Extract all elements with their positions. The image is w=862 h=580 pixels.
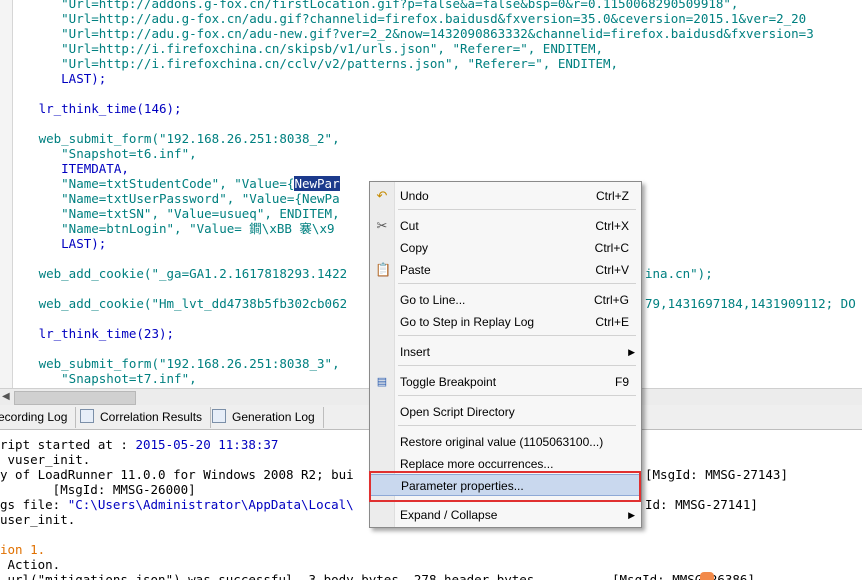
code-line: LAST); — [16, 236, 107, 251]
tab-label: Correlation Results — [100, 410, 203, 424]
menu-item-toggle-breakpoint[interactable]: ▤ Toggle Breakpoint F9 — [370, 371, 641, 393]
code-line: "Url=http://adu.g-fox.cn/adu-new.gif?ver… — [16, 26, 814, 41]
menu-item-paste[interactable]: 📋 Paste Ctrl+V — [370, 259, 641, 281]
mouse-cursor-icon — [700, 572, 714, 580]
menu-item-expand-collapse[interactable]: Expand / Collapse ▶ — [370, 504, 641, 526]
code-line: "Name=btnLogin", "Value= 鐧\xBB 褰\x9 — [16, 221, 335, 236]
code-line: LAST); — [16, 71, 107, 86]
tab-label: ecording Log — [0, 410, 68, 424]
tab-recording-log[interactable]: ecording Log — [0, 407, 77, 428]
code-line: "Name=txtSN", "Value=usueq", ENDITEM, — [16, 206, 340, 221]
menu-separator — [398, 425, 636, 426]
menu-separator — [398, 365, 636, 366]
annotation-highlight-box — [369, 471, 641, 502]
log-line: Action. — [0, 557, 61, 572]
log-line: url("mitigations.json") was successful, … — [0, 572, 535, 580]
code-line: "Url=http://adu.g-fox.cn/adu.gif?channel… — [16, 11, 807, 26]
menu-separator — [398, 283, 636, 284]
breakpoint-icon: ▤ — [376, 376, 388, 388]
code-line: web_add_cookie("_ga=GA1.2.1617818293.142… — [16, 266, 348, 281]
submenu-arrow-icon: ▶ — [628, 347, 635, 357]
log-line: gs file: "C:\Users\Administrator\AppData… — [0, 497, 354, 512]
code-line-fragment: 79,1431697184,1431909112; DO — [645, 296, 856, 311]
menu-item-undo[interactable]: ↶ Undo Ctrl+Z — [370, 185, 641, 207]
paste-icon: 📋 — [375, 262, 392, 277]
log-line: y of LoadRunner 11.0.0 for Windows 2008 … — [0, 467, 354, 482]
code-line: "Url=http://i.firefoxchina.cn/cclv/v2/pa… — [16, 56, 619, 71]
menu-item-copy[interactable]: Copy Ctrl+C — [370, 237, 641, 259]
code-line: ITEMDATA, — [16, 161, 129, 176]
menu-item-restore-original-value[interactable]: Restore original value (1105063100...) — [370, 431, 641, 453]
tab-generation-log[interactable]: Generation Log — [206, 407, 324, 428]
code-line: "Url=http://addons.g-fox.cn/firstLocatio… — [16, 0, 739, 11]
code-line: "Url=http://i.firefoxchina.cn/skipsb/v1/… — [16, 41, 603, 56]
selected-text: NewPar — [294, 176, 340, 191]
scrollbar-thumb[interactable] — [14, 391, 136, 405]
menu-item-go-to-step[interactable]: Go to Step in Replay Log Ctrl+E — [370, 311, 641, 333]
menu-separator — [398, 209, 636, 210]
code-line: "Snapshot=t6.inf", — [16, 146, 197, 161]
code-line: web_submit_form("192.168.26.251:8038_3", — [16, 356, 340, 371]
menu-separator — [398, 395, 636, 396]
code-line: "Snapshot=t7.inf", — [16, 371, 197, 386]
menu-separator — [398, 335, 636, 336]
cut-icon: ✂ — [376, 218, 388, 233]
submenu-arrow-icon: ▶ — [628, 510, 635, 520]
menu-item-insert[interactable]: Insert ▶ — [370, 341, 641, 363]
log-line: user_init. — [0, 512, 76, 527]
editor-gutter — [0, 0, 13, 388]
code-line: "Name=txtUserPassword", "Value={NewPa — [16, 191, 340, 206]
code-line: lr_think_time(146); — [16, 101, 182, 116]
menu-item-open-script-directory[interactable]: Open Script Directory — [370, 401, 641, 423]
log-line-fragment: [MsgId: MMSG-27143] — [645, 467, 788, 482]
generation-log-icon — [212, 409, 226, 423]
tab-label: Generation Log — [232, 410, 315, 424]
log-line-fragment: Id: MMSG-27141] — [645, 497, 758, 512]
log-line-fragment: [MsgId: MMSG-26386] — [612, 572, 755, 580]
scroll-left-arrow-icon[interactable]: ◀ — [2, 391, 10, 402]
log-line: ript started at : 2015-05-20 11:38:37 — [0, 437, 279, 452]
code-line: web_add_cookie("Hm_lvt_dd4738b5fb302cb06… — [16, 296, 348, 311]
code-line: web_submit_form("192.168.26.251:8038_2", — [16, 131, 340, 146]
log-line: ion 1. — [0, 542, 46, 557]
menu-item-go-to-line[interactable]: Go to Line... Ctrl+G — [370, 289, 641, 311]
menu-item-cut[interactable]: ✂ Cut Ctrl+X — [370, 215, 641, 237]
code-line-fragment: ina.cn"); — [645, 266, 713, 281]
correlation-icon — [80, 409, 94, 423]
code-line-selected: "Name=txtStudentCode", "Value={NewPar — [16, 176, 340, 191]
log-line: [MsgId: MMSG-26000] — [0, 482, 196, 497]
tab-correlation-results[interactable]: Correlation Results — [74, 407, 212, 428]
undo-icon: ↶ — [376, 188, 388, 203]
log-line: vuser_init. — [0, 452, 91, 467]
code-line: lr_think_time(23); — [16, 326, 175, 341]
